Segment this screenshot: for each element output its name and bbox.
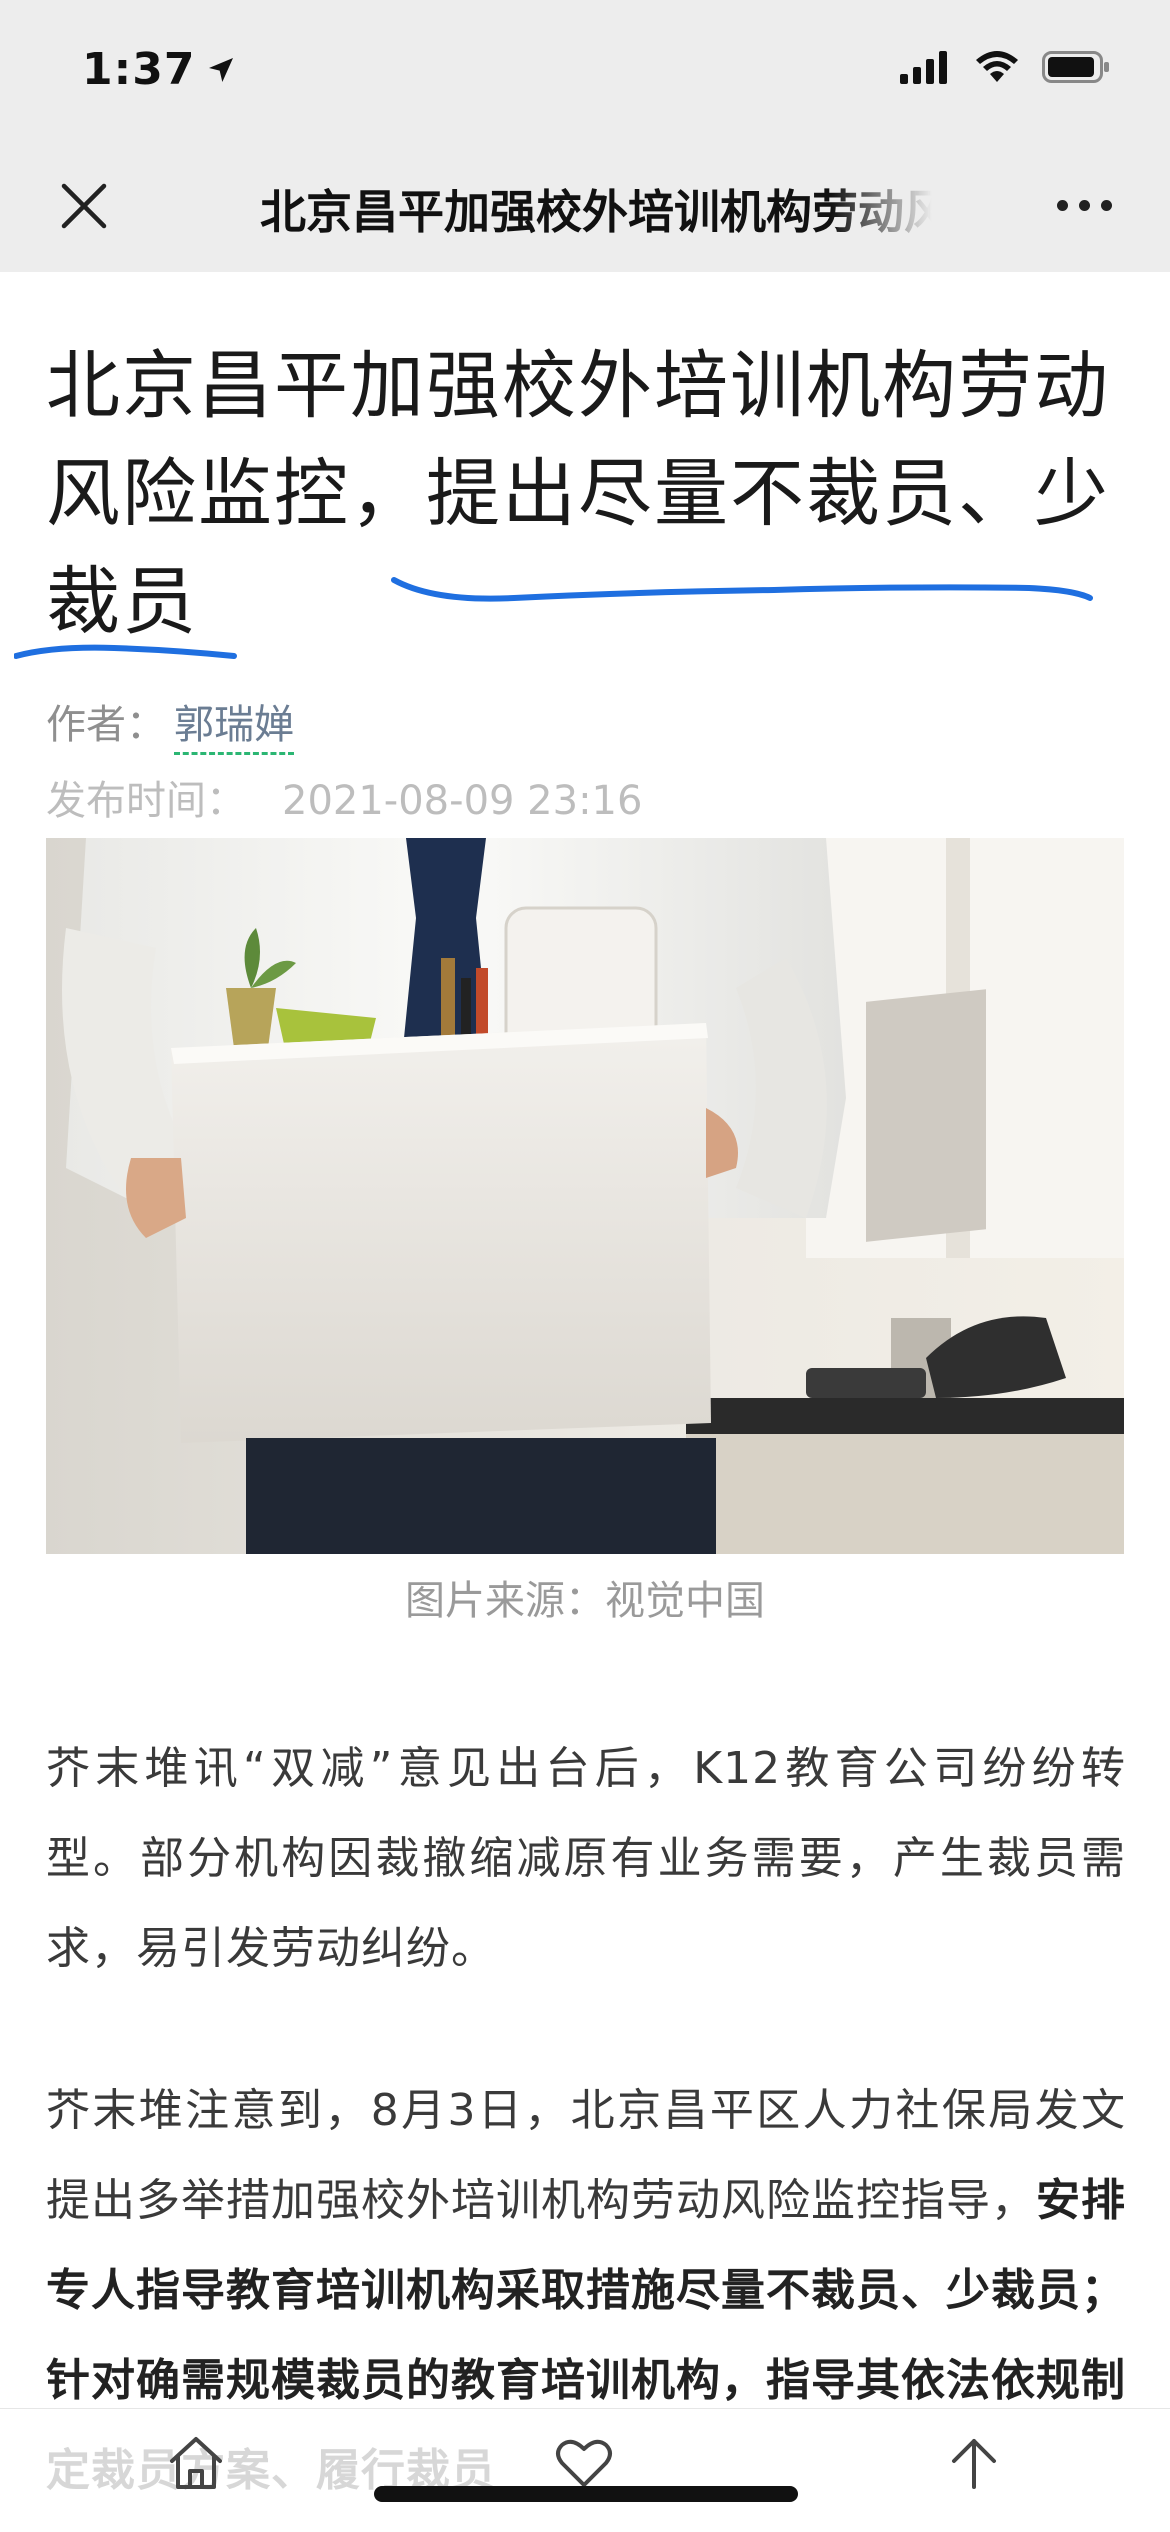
image-caption: 图片来源：视觉中国 — [405, 1578, 765, 1624]
more-dot — [1079, 200, 1090, 211]
paragraph-text: 芥末堆注意到，8月3日，北京昌平区人力社保局发文提出多举措加强校外培训机构劳动风… — [46, 2085, 1126, 2226]
close-icon[interactable] — [56, 178, 112, 234]
author-line: 作者： 郭瑞婵 — [46, 692, 294, 755]
author-label: 作者： — [46, 702, 166, 748]
article-photo[interactable] — [46, 838, 1124, 1554]
author-name-link[interactable]: 郭瑞婵 — [174, 702, 294, 755]
status-time-text: 1:37 — [82, 44, 196, 95]
nav-title: 北京昌平加强校外培训机构劳动风险监控，提出尽量不裁员、少裁员 — [260, 185, 932, 239]
publish-label: 发布时间： — [46, 778, 246, 824]
wifi-icon — [976, 51, 1018, 82]
publish-time-line: 发布时间： 2021-08-09 23:16 — [46, 768, 642, 826]
status-time: 1:37 — [82, 44, 237, 95]
publish-time: 2021-08-09 23:16 — [282, 778, 643, 824]
top-bar: 1:37 北京昌平加强校外培训机构劳动风险监控，提出尽量不裁员、少裁员 — [0, 0, 1170, 272]
arrow-up-icon[interactable] — [942, 2431, 1006, 2495]
more-icon[interactable] — [1057, 200, 1112, 211]
home-icon[interactable] — [164, 2431, 228, 2495]
more-dot — [1057, 200, 1068, 211]
home-indicator[interactable] — [374, 2486, 798, 2502]
handwritten-underline — [14, 577, 1093, 659]
status-indicators — [900, 50, 1112, 84]
article: 北京昌平加强校外培训机构劳动风险监控，提出尽量不裁员、少裁员 作者： 郭瑞婵 发布… — [14, 272, 1126, 2496]
bottom-toolbar — [0, 2408, 1170, 2532]
location-arrow-icon — [209, 57, 234, 82]
article-paragraph: 芥末堆讯“双减”意见出台后，K12教育公司纷纷转型。部分机构因裁撤缩减原有业务需… — [46, 1743, 1126, 1974]
more-dot — [1101, 200, 1112, 211]
battery-icon — [1042, 51, 1109, 83]
signal-icon — [900, 51, 947, 84]
